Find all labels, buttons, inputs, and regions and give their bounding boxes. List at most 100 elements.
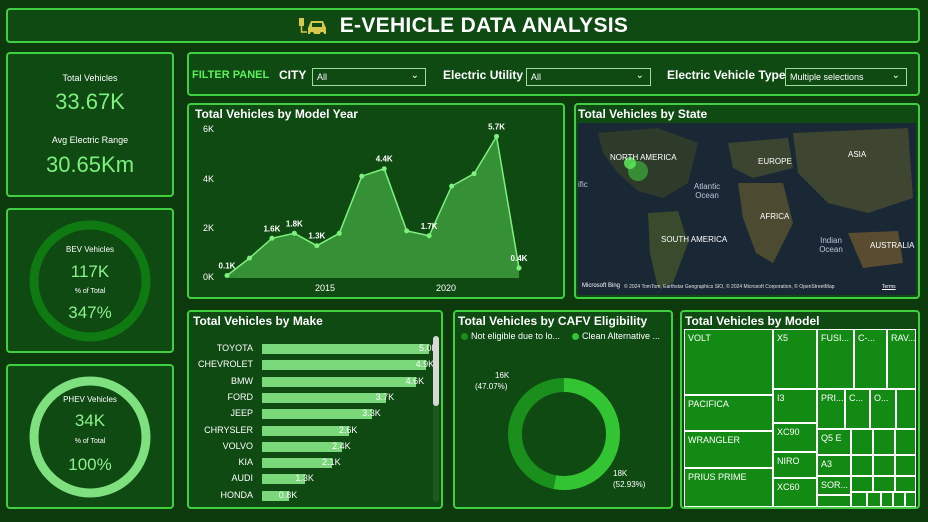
bar-row[interactable]: VOLVO 2.4K <box>189 439 434 455</box>
map-terms-link[interactable]: Terms <box>882 284 896 290</box>
page-title: E-VEHICLE DATA ANALYSIS <box>339 13 629 37</box>
treemap-cell[interactable]: XC60 <box>773 478 817 507</box>
bar-row[interactable]: KIA 2.1K <box>189 455 434 471</box>
data-point <box>471 171 477 177</box>
bar-row[interactable]: AUDI 1.3K <box>189 471 434 487</box>
map-canvas[interactable]: NORTH AMERICA EUROPE ASIA Atlantic Ocean… <box>578 123 916 295</box>
treemap-cell[interactable]: WRANGLER <box>684 431 773 468</box>
bar-row[interactable]: CHEVROLET 4.9K <box>189 357 434 373</box>
cafv-donut <box>508 378 620 490</box>
bar[interactable] <box>262 441 343 452</box>
bar-value-label: 3.3K <box>362 408 381 419</box>
bar[interactable] <box>262 344 429 354</box>
map-label-indian: Indian Ocean <box>819 236 843 254</box>
treemap-cell[interactable]: C-... <box>854 329 887 389</box>
type-dropdown-value: Multiple selections <box>790 72 864 82</box>
treemap-cell[interactable]: O... <box>870 389 896 429</box>
bar-category-label: VOLVO <box>222 440 253 451</box>
ev-charging-car-icon <box>298 17 326 36</box>
chevron-down-icon: ⌄ <box>891 70 900 81</box>
type-dropdown[interactable]: Multiple selections ⌄ <box>785 68 907 86</box>
bar-row[interactable]: CHRYSLER 2.6K <box>189 423 434 439</box>
city-filter-label: CITY <box>279 68 307 82</box>
chevron-down-icon: ⌄ <box>410 70 419 81</box>
bar-row[interactable]: JEEP 3.3K <box>189 406 434 422</box>
map-label-north-america: NORTH AMERICA <box>610 153 677 162</box>
bar-row[interactable]: TOYOTA 5.0K <box>189 341 438 357</box>
treemap-cell[interactable]: PRI... <box>817 389 845 429</box>
map-label-pacific: ific <box>578 180 588 189</box>
phev-pct-label: % of Total <box>74 438 106 445</box>
utility-filter-label: Electric Utility <box>443 68 524 82</box>
utility-dropdown-value: All <box>531 72 542 82</box>
treemap-cell[interactable]: X5 <box>773 329 817 389</box>
bev-pct-value: 347% <box>68 303 112 322</box>
bar-row[interactable]: FORD 3.7K <box>189 390 434 406</box>
bar[interactable] <box>262 392 386 403</box>
data-point <box>359 173 365 179</box>
state-map-title: Total Vehicles by State <box>578 107 708 121</box>
dashboard-header: E-VEHICLE DATA ANALYSIS <box>6 8 920 43</box>
bar-value-label: 2.6K <box>338 424 358 435</box>
treemap-cell <box>873 476 895 492</box>
utility-dropdown[interactable]: All ⌄ <box>526 68 651 86</box>
treemap-cell <box>895 455 916 476</box>
treemap-cell <box>881 492 893 507</box>
treemap-cell <box>873 455 895 476</box>
cafv-donut-chart: Total Vehicles by CAFV Eligibility Not e… <box>453 310 673 509</box>
treemap-cell <box>896 389 916 429</box>
treemap-cell <box>905 492 916 507</box>
x-tick-2020: 2020 <box>436 283 457 293</box>
treemap-cell[interactable]: NIRO <box>773 452 817 478</box>
map-label-europe: EUROPE <box>758 157 792 166</box>
model-year-chart: Total Vehicles by Model Year 6K 4K 2K 0K… <box>187 103 565 299</box>
treemap-cell[interactable]: I3 <box>773 389 817 423</box>
bar[interactable] <box>262 376 416 387</box>
bar-value-label: 0.8K <box>278 489 298 500</box>
bar[interactable] <box>262 409 373 420</box>
treemap-cell[interactable]: Q5 E <box>817 429 851 455</box>
data-point <box>246 255 252 261</box>
bev-value: 117K <box>70 262 110 281</box>
make-bars-area: TOYOTA 5.0K CHEVROLET 4.9K BMW 4.6K FORD 3.7K JE… <box>189 341 438 506</box>
city-dropdown[interactable]: All ⌄ <box>312 68 426 86</box>
model-chart-title: Total Vehicles by Model <box>685 314 820 328</box>
total-vehicles-label: Total Vehicles <box>62 73 118 83</box>
data-point <box>291 230 297 236</box>
phev-label: PHEV Vehicles <box>63 395 117 404</box>
bar-category-label: FORD <box>227 391 254 402</box>
map-attribution: © 2024 TomTom, Earthstar Geographics SIO… <box>624 284 835 290</box>
data-point <box>404 228 410 234</box>
make-chart-scrollbar[interactable] <box>433 336 439 502</box>
bar[interactable] <box>262 425 349 436</box>
treemap-cell[interactable]: PRIUS PRIME <box>684 468 773 507</box>
state-map[interactable]: Total Vehicles by State NORTH AMERICA EU… <box>574 103 920 299</box>
data-label: 1.8K <box>286 219 303 228</box>
treemap-cell[interactable]: SOR... <box>817 476 851 495</box>
bar-row[interactable]: BMW 4.6K <box>189 374 434 390</box>
filter-panel: FILTER PANEL CITY All ⌄ Electric Utility… <box>187 52 920 96</box>
treemap-cell[interactable]: FUSI... <box>817 329 854 389</box>
model-treemap: Total Vehicles by Model VOLT X5 FUSI... … <box>680 310 920 509</box>
treemap-area: VOLT X5 FUSI... C-... RAV... PACIFICA I3… <box>684 329 916 507</box>
avg-range-value: 30.65Km <box>45 152 135 177</box>
make-chart-title: Total Vehicles by Make <box>193 314 323 328</box>
treemap-cell[interactable]: PACIFICA <box>684 395 773 431</box>
data-point <box>336 230 342 236</box>
treemap-cell[interactable]: VOLT <box>684 329 773 395</box>
scrollbar-thumb[interactable] <box>433 336 439 406</box>
map-label-atlantic: Atlantic Ocean <box>693 182 721 200</box>
treemap-cell <box>895 476 916 492</box>
phev-card: PHEV Vehicles 34K % of Total 100% <box>6 364 174 509</box>
treemap-cell[interactable]: A3 <box>817 455 851 476</box>
treemap-cell[interactable]: RAV... <box>887 329 916 389</box>
treemap-cell[interactable]: XC90 <box>773 423 817 452</box>
area-fill <box>227 136 519 278</box>
bar[interactable] <box>262 360 426 371</box>
bar-row[interactable]: HONDA 0.8K <box>189 488 434 504</box>
data-point <box>314 243 320 249</box>
data-point <box>224 273 230 279</box>
bar-category-label: HONDA <box>220 489 253 500</box>
cafv-label-a-pct: (47.07%) <box>475 382 508 391</box>
treemap-cell[interactable]: C... <box>845 389 870 429</box>
